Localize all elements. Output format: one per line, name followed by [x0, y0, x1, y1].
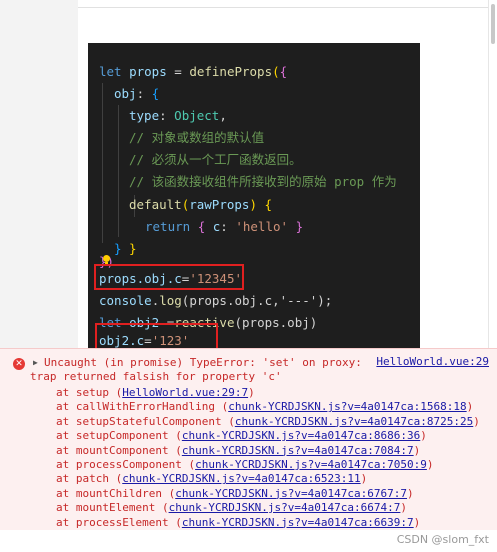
function-name: default [129, 197, 182, 212]
footer: CSDN @slom_fxt [0, 530, 497, 552]
code-line-8: return { c: 'hello' } [145, 216, 303, 238]
bracket: { [264, 197, 273, 212]
code-line-3: type: Object, [129, 105, 227, 127]
code-comment: // 对象或数组的默认值 [129, 130, 265, 145]
identifier: obj [114, 86, 137, 101]
code-comment: // 必须从一个工厂函数返回。 [129, 152, 302, 167]
parameter: rawProps [189, 197, 250, 212]
identifier: console [99, 293, 152, 308]
divider [78, 7, 488, 8]
stack-frame-link[interactable]: chunk-YCRDJSKN.js?v=4a0147ca:1568:18 [228, 400, 466, 413]
stack-frame-link[interactable]: chunk-YCRDJSKN.js?v=4a0147ca:6674:7 [169, 501, 401, 514]
punctuation: , [219, 108, 227, 123]
scrollbar[interactable] [488, 0, 497, 348]
type-name: Object [174, 108, 220, 123]
stack-frame: at setup (HelloWorld.vue:29:7) [56, 386, 255, 399]
operator: = [166, 64, 190, 79]
watermark: CSDN @slom_fxt [396, 533, 489, 546]
stack-frame: at patch (chunk-YCRDJSKN.js?v=4a0147ca:6… [56, 472, 368, 486]
code-line-13: console.log(props.obj.c,'---'); [99, 293, 333, 308]
stack-frame: at setupStatefulComponent (chunk-YCRDJSK… [56, 414, 480, 428]
stack-frame-function: at setupStatefulComponent [56, 414, 222, 428]
bracket: { [151, 86, 160, 101]
keyword: return [145, 219, 191, 234]
bracket: { [279, 64, 288, 79]
function-name: log [159, 293, 182, 308]
stack-frame: at processComponent (chunk-YCRDJSKN.js?v… [56, 458, 434, 471]
stack-frame-link[interactable]: HelloWorld.vue:29:7 [122, 386, 248, 399]
error-message: Uncaught (in promise) TypeError: 'set' o… [44, 356, 362, 369]
code-comment: // 该函数接收组件所接收到的原始 prop 作为 [129, 174, 397, 189]
error-message-cont: trap returned falsish for property 'c' [30, 370, 282, 383]
stack-frame-link[interactable]: chunk-YCRDJSKN.js?v=4a0147ca:6639:7 [182, 516, 414, 529]
indent-guide [102, 83, 103, 243]
stack-frame-link[interactable]: chunk-YCRDJSKN.js?v=4a0147ca:7050:9 [195, 458, 427, 471]
stack-frame-function: at setupComponent [56, 429, 169, 443]
stack-frame: at mountChildren (chunk-YCRDJSKN.js?v=4a… [56, 486, 414, 500]
code-line-7: default(rawProps) { [129, 194, 272, 216]
stack-frame: at setupComponent (chunk-YCRDJSKN.js?v=4… [56, 429, 427, 443]
code-line-1: let props = defineProps({ [99, 61, 287, 83]
x-circle-icon: ✕ [13, 358, 25, 370]
bracket: ) [249, 197, 257, 212]
expand-triangle-icon[interactable]: ▶ [33, 358, 38, 367]
code-line-9: } [129, 241, 137, 256]
stack-frame-function: at mountComponent [56, 443, 169, 457]
code-line-2: obj: { [114, 83, 159, 105]
stack-frame-function: at processElement [56, 515, 169, 529]
highlight-box-props-assign [94, 264, 244, 290]
stack-frame-function: at callWithErrorHandling [56, 400, 215, 414]
stack-frame-function: at mountElement [56, 501, 156, 515]
stack-frame: at callWithErrorHandling (chunk-YCRDJSKN… [56, 400, 474, 414]
stack-frame-link[interactable]: chunk-YCRDJSKN.js?v=4a0147ca:6523:11 [122, 472, 360, 485]
stack-frame-link[interactable]: chunk-YCRDJSKN.js?v=4a0147ca:8725:25 [235, 415, 473, 428]
stack-frame-function: at mountChildren [56, 486, 162, 500]
stack-frame-function: at processComponent [56, 458, 182, 471]
punctuation: : [136, 86, 145, 101]
error-source-link[interactable]: HelloWorld.vue:29 [376, 355, 489, 368]
bracket: } [295, 219, 304, 234]
console-error: ✕ ▶ Uncaught (in promise) TypeError: 'se… [0, 348, 497, 532]
stack-frame: at mountComponent (chunk-YCRDJSKN.js?v=4… [56, 443, 421, 457]
bracket: ( [272, 64, 280, 79]
string-literal: 'hello' [235, 219, 289, 234]
punctuation: : [159, 108, 175, 123]
bracket: { [197, 219, 206, 234]
arguments: (props.obj) [234, 315, 318, 330]
code-line-10: } [114, 241, 122, 256]
left-gutter [0, 0, 78, 348]
highlight-box-obj2-assign [95, 323, 218, 350]
code-editor: let props = defineProps({ obj: { type: O… [88, 43, 420, 348]
stack-frame: at mountElement (chunk-YCRDJSKN.js?v=4a0… [56, 501, 408, 515]
property-key: type [129, 108, 160, 123]
stack-frame-link[interactable]: chunk-YCRDJSKN.js?v=4a0147ca:7084:7 [182, 444, 414, 457]
function-name: defineProps [189, 64, 273, 79]
indent-guide [118, 105, 119, 237]
stack-frame-link[interactable]: chunk-YCRDJSKN.js?v=4a0147ca:8686:36 [182, 429, 420, 442]
scrollbar-thumb[interactable] [491, 4, 495, 44]
identifier: props [129, 64, 167, 79]
stack-frame: at processElement (chunk-YCRDJSKN.js?v=4… [56, 515, 421, 529]
arguments: (props.obj.c,'---'); [181, 293, 333, 308]
keyword: let [99, 64, 122, 79]
stack-frame-function: at patch [56, 472, 109, 486]
punctuation: : [220, 219, 228, 234]
stack-frame-link[interactable]: chunk-YCRDJSKN.js?v=4a0147ca:6767:7 [175, 487, 407, 500]
stack-frame-function: at setup [56, 386, 109, 399]
